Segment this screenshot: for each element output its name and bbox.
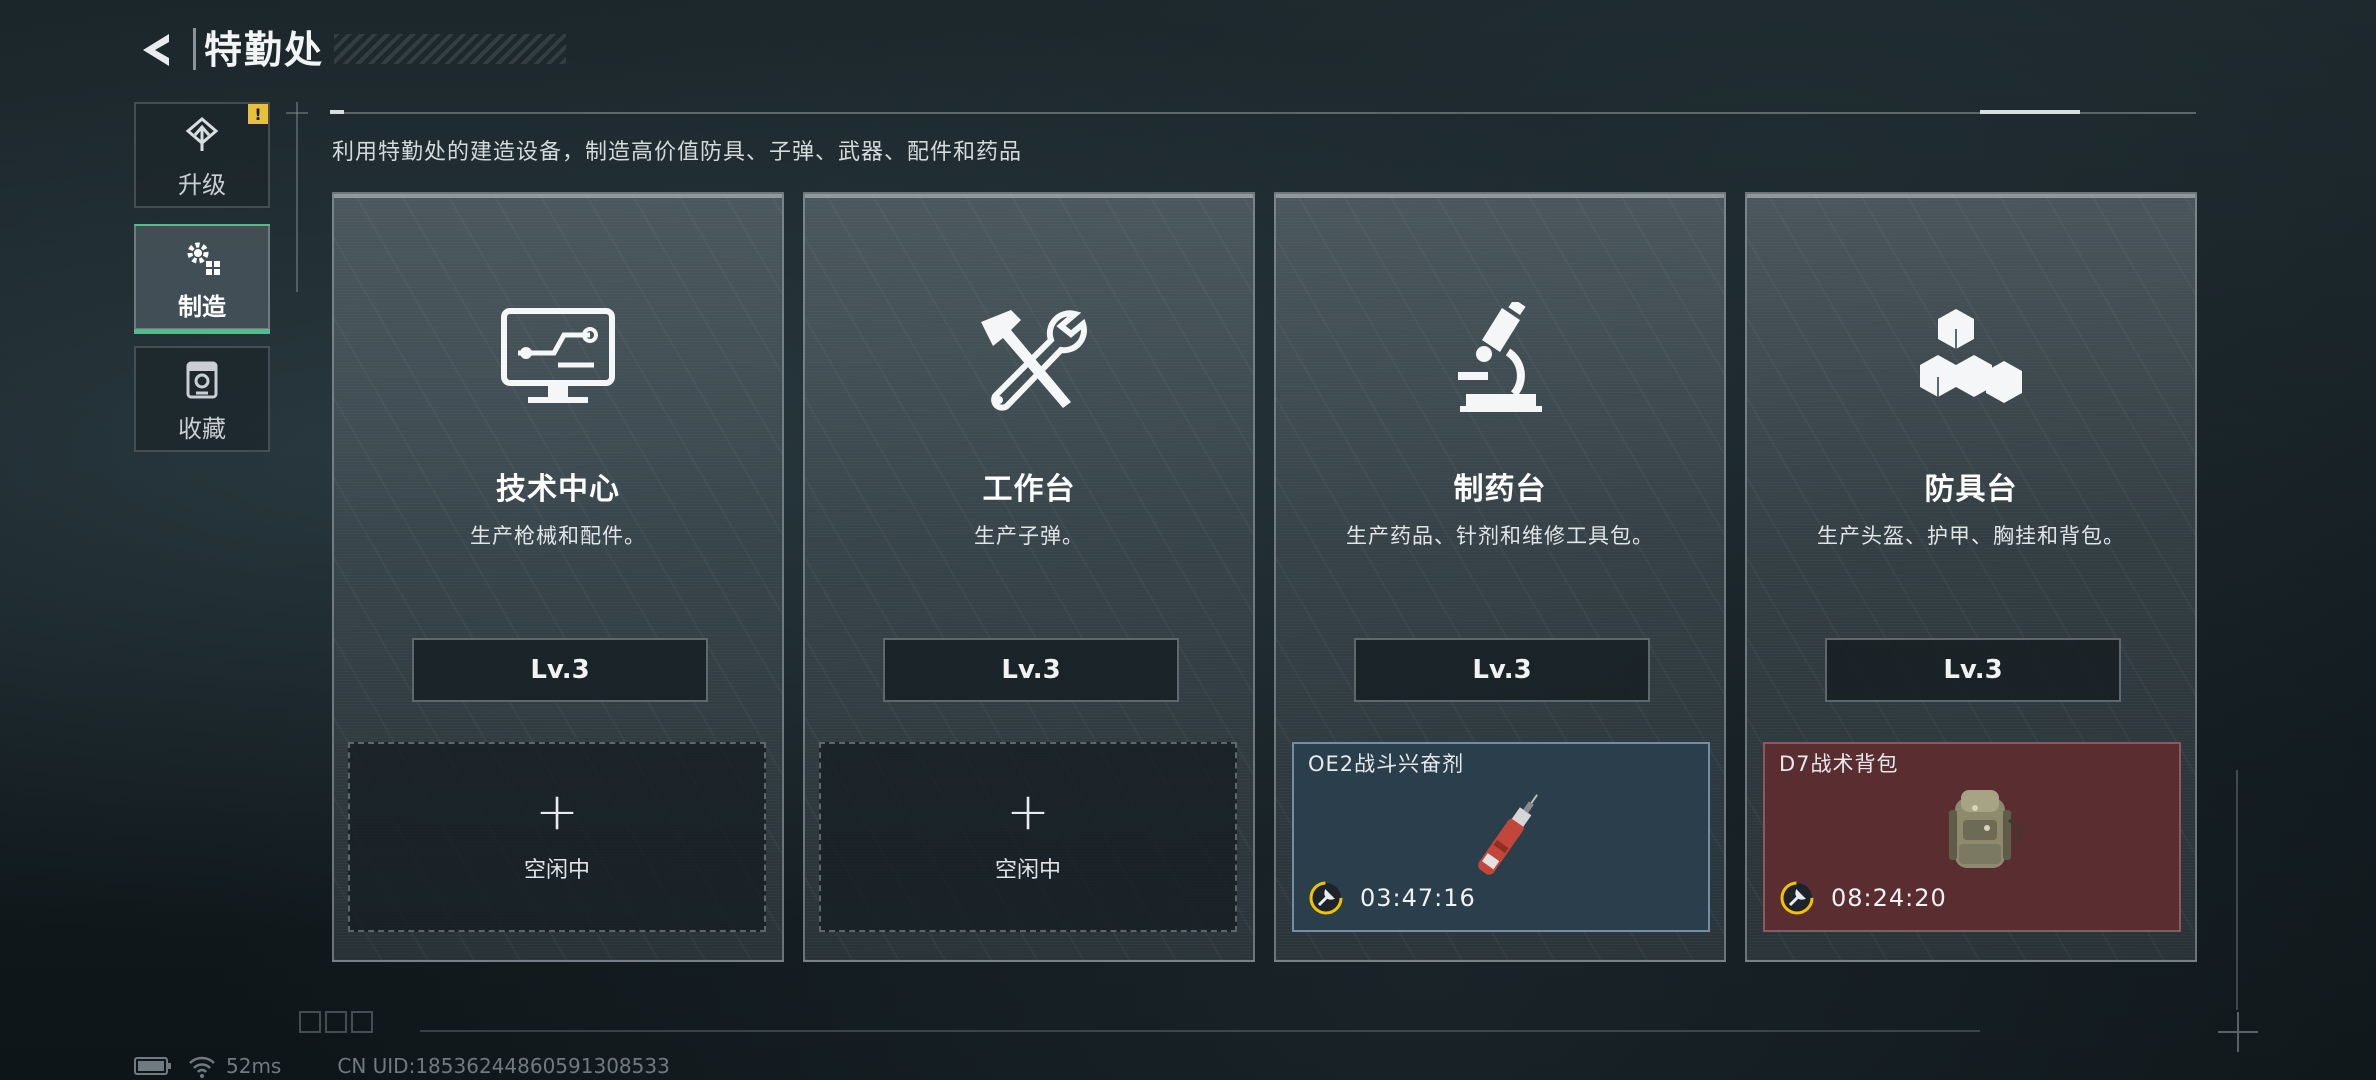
station-title: 防具台	[1924, 472, 2018, 507]
gear-craft-icon	[178, 233, 226, 281]
card-topbar	[334, 194, 782, 198]
timer-wrench-icon	[1780, 881, 1814, 915]
slot-status-label: 空闲中	[994, 858, 1061, 883]
station-card-tech-center[interactable]: 技术中心 生产枪械和配件。 Lv.3 + 空闲中	[332, 192, 784, 962]
nav-label-craft: 制造	[178, 292, 226, 321]
header-divider	[193, 28, 196, 70]
crafting-item-name: OE2战斗兴奋剂	[1308, 752, 1465, 776]
content-divider	[330, 112, 2196, 114]
crafting-timer: 03:47:16	[1360, 884, 1476, 912]
station-subtitle: 生产子弹。	[974, 524, 1084, 548]
warning-badge: !	[248, 104, 268, 124]
status-bar: 52ms CN UID:185362448605913​08533	[134, 1052, 670, 1080]
page-description: 利用特勤处的建造设备，制造高价值防具、子弹、武器、配件和药品	[332, 140, 1023, 165]
nav-divider-tick	[286, 112, 308, 114]
station-title: 技术中心	[496, 472, 620, 507]
right-edge-line	[2236, 770, 2238, 1010]
station-title: 制药台	[1453, 472, 1547, 507]
content-divider-accent	[330, 110, 344, 114]
injector-icon	[1478, 794, 1538, 875]
wifi-icon	[189, 1056, 215, 1078]
content-divider-accent-right	[1980, 110, 2080, 114]
microscope-icon	[1440, 302, 1560, 412]
nav-label-collection: 收藏	[178, 414, 226, 443]
station-subtitle: 生产药品、针剂和维修工具包。	[1346, 524, 1654, 548]
crafting-item-name: D7战术背包	[1779, 752, 1899, 776]
station-card-armor[interactable]: 防具台 生产头盔、护甲、胸挂和背包。 Lv.3 D7战术背包 08:24:20	[1745, 192, 2197, 962]
station-card-workbench[interactable]: 工作台 生产子弹。 Lv.3 + 空闲中	[803, 192, 1255, 962]
special-ops-screen: 特勤处 ! 升级 制造 收藏 利用特勤处的建造设备，制造高价值防具、子弹、武器、…	[0, 0, 2376, 1080]
station-level-button[interactable]: Lv.3	[412, 638, 708, 702]
production-slot-busy[interactable]: OE2战斗兴奋剂 03:47:16	[1292, 742, 1710, 932]
monitor-circuit-icon	[498, 302, 618, 412]
add-icon: +	[535, 782, 579, 842]
title-decoration	[334, 34, 566, 64]
timer-wrench-icon	[1309, 881, 1343, 915]
slot-status-label: 空闲中	[523, 858, 590, 883]
nav-item-collection[interactable]: 收藏	[134, 346, 270, 452]
latency-text: 52ms	[226, 1054, 282, 1078]
station-card-pharmacy[interactable]: 制药台 生产药品、针剂和维修工具包。 Lv.3 OE2战斗兴奋剂 03:47:1…	[1274, 192, 1726, 962]
card-topbar	[1747, 194, 2195, 198]
nav-divider	[296, 102, 298, 292]
production-slot-busy[interactable]: D7战术背包 08:24:20	[1763, 742, 2181, 932]
nav-item-craft[interactable]: 制造	[134, 224, 270, 334]
station-subtitle: 生产头盔、护甲、胸挂和背包。	[1817, 524, 2125, 548]
upgrade-arrow-icon	[178, 111, 226, 159]
crafting-timer: 08:24:20	[1831, 884, 1947, 912]
battery-icon	[134, 1057, 171, 1075]
nav-item-upgrade[interactable]: ! 升级	[134, 102, 270, 208]
card-topbar	[1276, 194, 1724, 198]
backpack-icon	[1949, 790, 2023, 868]
back-button[interactable]	[132, 22, 182, 78]
page-title: 特勤处	[204, 28, 325, 72]
trophy-box-icon	[178, 355, 226, 403]
back-arrow-icon	[143, 34, 169, 66]
crosshair-decoration	[2218, 1012, 2258, 1052]
card-topbar	[805, 194, 1253, 198]
hammer-wrench-icon	[969, 302, 1089, 412]
nav-label-upgrade: 升级	[178, 170, 226, 199]
production-slot-idle[interactable]: + 空闲中	[348, 742, 766, 932]
bottom-decoration	[299, 1011, 373, 1033]
station-subtitle: 生产枪械和配件。	[470, 524, 646, 548]
cubes-icon	[1911, 302, 2031, 412]
production-slot-idle[interactable]: + 空闲中	[819, 742, 1237, 932]
bottom-divider	[420, 1030, 1980, 1032]
station-level-button[interactable]: Lv.3	[1354, 638, 1650, 702]
station-level-button[interactable]: Lv.3	[1825, 638, 2121, 702]
uid-text: CN UID:185362448605913​08533	[337, 1054, 670, 1078]
station-level-button[interactable]: Lv.3	[883, 638, 1179, 702]
station-title: 工作台	[982, 472, 1076, 507]
add-icon: +	[1006, 782, 1050, 842]
